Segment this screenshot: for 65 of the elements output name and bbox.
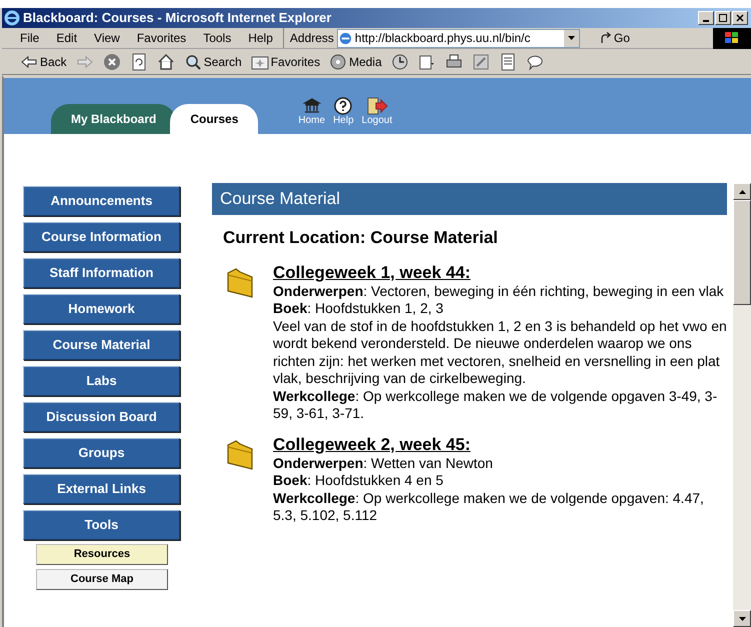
history-icon[interactable] <box>390 52 409 70</box>
description-text: Veel van de stof in de hoofdstukken 1, 2 en 3 is behandeld op het vwo en wordt bekend verondersteld. De nieuwe onderdelen waarop we ons richten zijn: het werken met vectoren, snelheid en versnelling in een plat vlak, beschrijving van de cirkelbeweging. <box>273 318 727 388</box>
go-button[interactable]: Go <box>600 29 630 47</box>
tool-button[interactable]: Resources <box>36 544 168 565</box>
scroll-down-icon[interactable] <box>738 616 746 620</box>
media-button[interactable]: Media <box>329 52 382 70</box>
document-icon[interactable] <box>498 52 517 70</box>
menu-item[interactable]: View <box>94 29 120 47</box>
address-label: Address <box>290 30 334 47</box>
sidebar-nav-button[interactable]: Homework <box>23 294 180 324</box>
search-button[interactable]: Search <box>184 52 242 70</box>
refresh-icon[interactable] <box>130 52 148 70</box>
close-icon <box>736 14 744 22</box>
back-button[interactable]: Back <box>20 52 67 70</box>
sidebar-nav-button[interactable]: External Links <box>23 474 180 504</box>
maximize-button[interactable] <box>715 11 731 25</box>
sidebar-nav-button[interactable]: Tools <box>23 510 180 540</box>
sidebar-nav-button[interactable]: Course Material <box>23 330 180 360</box>
sidebar-nav-button[interactable]: Discussion Board <box>23 402 180 432</box>
item-title-link[interactable]: Collegeweek 1, week 44: <box>273 262 470 282</box>
mail-icon[interactable] <box>418 52 436 70</box>
help-icon <box>334 97 352 115</box>
sidebar-nav-button[interactable]: Labs <box>23 366 180 396</box>
menu-item[interactable]: Favorites <box>136 29 186 47</box>
menu-item[interactable]: File <box>20 29 40 47</box>
sidebar-nav-button[interactable]: Course Information <box>23 222 180 252</box>
menu-item[interactable]: Tools <box>203 29 232 47</box>
media-icon[interactable] <box>329 52 348 70</box>
description-text: Werkcollege: Op werkcollege maken we de volgende opgaven 3-49, 3-59, 3-61, 3-71. <box>273 388 718 422</box>
close-button[interactable] <box>732 11 748 25</box>
stop-icon[interactable] <box>102 52 121 70</box>
description-text: Onderwerpen: Vectoren, beweging in één richting, beweging in een vlak <box>273 282 725 300</box>
browser-logo-icon <box>4 10 20 26</box>
printer-icon[interactable] <box>444 52 463 70</box>
description-text: Onderwerpen: Wetten van Newton <box>273 454 494 472</box>
item-title-link[interactable]: Collegeweek 2, week 45: <box>273 434 470 454</box>
sidebar-nav-button[interactable]: Groups <box>23 438 180 468</box>
menu-item[interactable]: Edit <box>56 29 78 47</box>
window-title: Blackboard: Courses - Microsoft Internet Explorer <box>23 9 332 28</box>
scrollbar[interactable] <box>733 183 751 627</box>
section-header: Course Material <box>212 183 727 215</box>
current-location: Current Location: Course Material <box>223 227 499 249</box>
menu-item[interactable]: Help <box>248 29 273 47</box>
tool-button[interactable]: Course Map <box>36 569 168 590</box>
maximize-icon <box>719 14 727 22</box>
nav-tab[interactable]: Courses <box>170 104 258 134</box>
go-arrow-icon <box>600 32 612 44</box>
description-text: Boek: Hoofdstukken 4 en 5 <box>273 472 444 490</box>
description-text: Boek: Hoofdstukken 1, 2, 3 <box>273 300 444 318</box>
sidebar-nav-button[interactable]: Announcements <box>23 186 180 216</box>
favorites-button[interactable]: Favorites <box>250 52 320 70</box>
door-arrow-icon <box>366 97 388 115</box>
scroll-thumb[interactable] <box>733 200 751 305</box>
speech-bubble-icon[interactable] <box>526 52 544 70</box>
home-icon[interactable] <box>156 52 175 70</box>
minimize-button[interactable] <box>698 11 714 25</box>
description-text: Werkcollege: Op werkcollege maken we de volgende opgaven: 4.47, 5.3, 5.102, 5.112 <box>273 490 705 524</box>
address-field[interactable]: http://blackboard.phys.uu.nl/bin/c <box>336 28 580 48</box>
sidebar-nav-button[interactable]: Staff Information <box>23 258 180 288</box>
building-icon <box>302 97 321 115</box>
page-icon <box>338 30 353 46</box>
edit-icon[interactable] <box>472 52 490 70</box>
scroll-up-icon[interactable] <box>738 190 746 194</box>
search-icon[interactable] <box>184 52 202 70</box>
windows-logo-icon <box>713 28 751 48</box>
